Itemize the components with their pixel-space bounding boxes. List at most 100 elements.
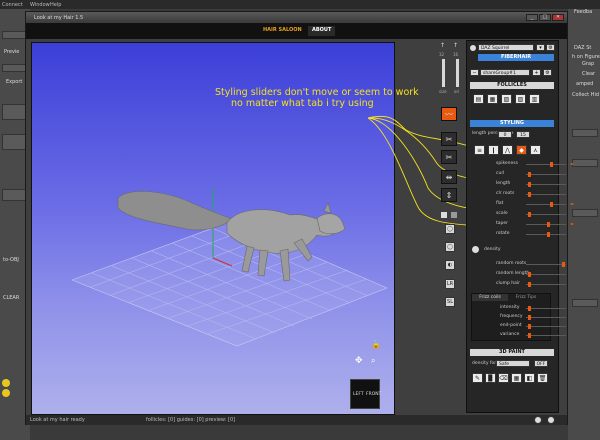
paint-off-toggle[interactable]: OFF — [534, 360, 548, 367]
slider-clump-hair[interactable]: clump hair — [496, 281, 581, 288]
slider-knob[interactable] — [528, 272, 531, 277]
slider-knob[interactable] — [550, 162, 553, 167]
slider-knob[interactable] — [528, 212, 531, 217]
density-for-dropdown[interactable]: Safe — [496, 360, 530, 367]
scissors-icon[interactable]: ✂ — [441, 132, 457, 146]
slider-rotate[interactable]: rotate — [496, 231, 581, 238]
fiberhair-button[interactable]: FIBERHAIR — [478, 54, 554, 61]
slider-track[interactable] — [526, 234, 566, 235]
paint-smooth-icon[interactable]: ▦ — [511, 373, 522, 383]
paint-mask-icon[interactable]: ◧ — [524, 373, 535, 383]
keyframe-icon[interactable]: ◂▸ — [570, 161, 574, 166]
slider-track[interactable] — [526, 274, 566, 275]
follicles-header[interactable]: FOLLICLES — [470, 82, 554, 89]
tab-frizz-tips[interactable]: Frizz Tips — [509, 294, 543, 301]
arrow-up-right-icon[interactable]: ↑ — [453, 42, 461, 50]
help-icon[interactable] — [534, 416, 542, 424]
slider-length[interactable]: length — [496, 181, 581, 188]
square-icon[interactable] — [451, 212, 457, 218]
slider-flat[interactable]: flat ◂▸ — [496, 201, 581, 208]
expand-horizontal-icon[interactable]: ⇹ — [441, 170, 457, 184]
settings-icon[interactable]: ⚙ — [543, 69, 552, 76]
slider-knob[interactable] — [528, 182, 531, 187]
slider-knob[interactable] — [562, 262, 565, 267]
paint-brush-icon[interactable]: ✎ — [472, 373, 483, 383]
host-button-clear[interactable]: CLEAR — [3, 295, 19, 301]
slider-curl[interactable]: curl — [496, 171, 581, 178]
slider-variance[interactable]: variance — [496, 332, 581, 339]
slider-knob[interactable] — [528, 315, 531, 320]
slider-track[interactable] — [526, 174, 566, 175]
host-label[interactable]: Grap — [582, 61, 594, 67]
paint-delete-icon[interactable]: 🗑 — [537, 373, 548, 383]
cut-icon[interactable]: ✂ — [441, 150, 457, 164]
style-fan-icon[interactable]: ⋀ — [502, 145, 513, 155]
slider-track[interactable] — [526, 164, 566, 165]
brush-icon[interactable]: 〰 — [441, 107, 457, 121]
paint-fill-icon[interactable]: ▉ — [485, 373, 496, 383]
slider-knob[interactable] — [547, 222, 550, 227]
host-label[interactable]: Feedba — [574, 9, 592, 15]
menu-window[interactable]: Window — [30, 2, 50, 8]
slider-track[interactable] — [526, 224, 566, 225]
slider-intensity[interactable]: intensity — [496, 305, 581, 312]
slider-end-point[interactable]: end-point — [496, 323, 581, 330]
follicle-tool-icon[interactable]: ▧ — [501, 94, 512, 104]
host-label-export[interactable]: Export — [6, 79, 22, 85]
host-label[interactable]: Clear — [582, 71, 595, 77]
slider-track[interactable] — [526, 335, 566, 336]
slider-taper[interactable]: taper ◂▸ — [496, 221, 581, 228]
style-comb-icon[interactable]: ≡ — [474, 145, 485, 155]
density-eye-icon[interactable] — [472, 246, 479, 253]
lr-button[interactable]: LR — [445, 279, 455, 289]
minus-button[interactable]: − — [470, 69, 479, 76]
host-button-to-obj[interactable]: to-OBJ — [3, 257, 19, 263]
size-slider-right[interactable] — [456, 59, 459, 87]
length-max-field[interactable]: 15 — [516, 131, 530, 138]
slider-knob[interactable] — [550, 202, 553, 207]
slider-knob[interactable] — [528, 306, 531, 311]
follicle-tool-icon[interactable]: ▤ — [473, 94, 484, 104]
size-slider-left[interactable] — [442, 59, 445, 87]
figure-dropdown-arrow[interactable]: ▾ — [536, 44, 545, 51]
slider-track[interactable] — [526, 204, 566, 205]
slider-scale[interactable]: scale — [496, 211, 581, 218]
slider-track[interactable] — [526, 326, 566, 327]
slider-track[interactable] — [526, 194, 566, 195]
style-active-icon[interactable]: ◆ — [516, 145, 527, 155]
settings-round-icon[interactable] — [547, 416, 555, 424]
slider-clr-roots[interactable]: clr roots — [496, 191, 581, 198]
slider-knob[interactable] — [528, 192, 531, 197]
keyframe-icon[interactable]: ◂▸ — [570, 221, 574, 226]
sl-button[interactable]: SL — [445, 297, 455, 307]
slider-frequency[interactable]: frequency — [496, 314, 581, 321]
3d-paint-header[interactable]: 3D PAINT — [470, 349, 554, 356]
slider-random-length[interactable]: random length — [496, 271, 581, 278]
slider-track[interactable] — [526, 184, 566, 185]
menu-help[interactable]: Help — [50, 2, 61, 8]
group-dropdown[interactable]: shareGroup#1 — [480, 69, 530, 76]
slider-track[interactable] — [526, 317, 566, 318]
length-min-field[interactable]: 0 — [498, 131, 512, 138]
select-icon[interactable]: ◯ — [445, 242, 455, 252]
slider-spikeness[interactable]: spikeness ◂▸ — [496, 161, 581, 168]
keyframe-icon[interactable]: ◂▸ — [570, 201, 574, 206]
slider-knob[interactable] — [528, 172, 531, 177]
slider-knob[interactable] — [528, 333, 531, 338]
menu-connect[interactable]: Connect — [2, 2, 23, 8]
host-label[interactable]: Collect Hid — [572, 92, 599, 98]
slider-track[interactable] — [526, 284, 566, 285]
slider-random-roots[interactable]: random roots — [496, 261, 581, 268]
tab-frizz-coils[interactable]: Frizz coils — [472, 294, 508, 301]
add-button[interactable]: + — [532, 69, 541, 76]
follicle-tool-icon[interactable]: ▨ — [515, 94, 526, 104]
expand-vertical-icon[interactable]: ⇕ — [441, 188, 457, 202]
style-bend-icon[interactable]: ⋏ — [530, 145, 541, 155]
follicle-tool-icon[interactable]: ▥ — [529, 94, 540, 104]
slider-knob[interactable] — [528, 324, 531, 329]
styling-header[interactable]: STYLING — [470, 120, 554, 127]
arrow-up-left-icon[interactable]: ↑ — [440, 42, 448, 50]
mask-icon[interactable]: ◐ — [445, 260, 455, 270]
figure-action-icon[interactable]: ⚙ — [546, 44, 555, 51]
slider-knob[interactable] — [528, 282, 531, 287]
